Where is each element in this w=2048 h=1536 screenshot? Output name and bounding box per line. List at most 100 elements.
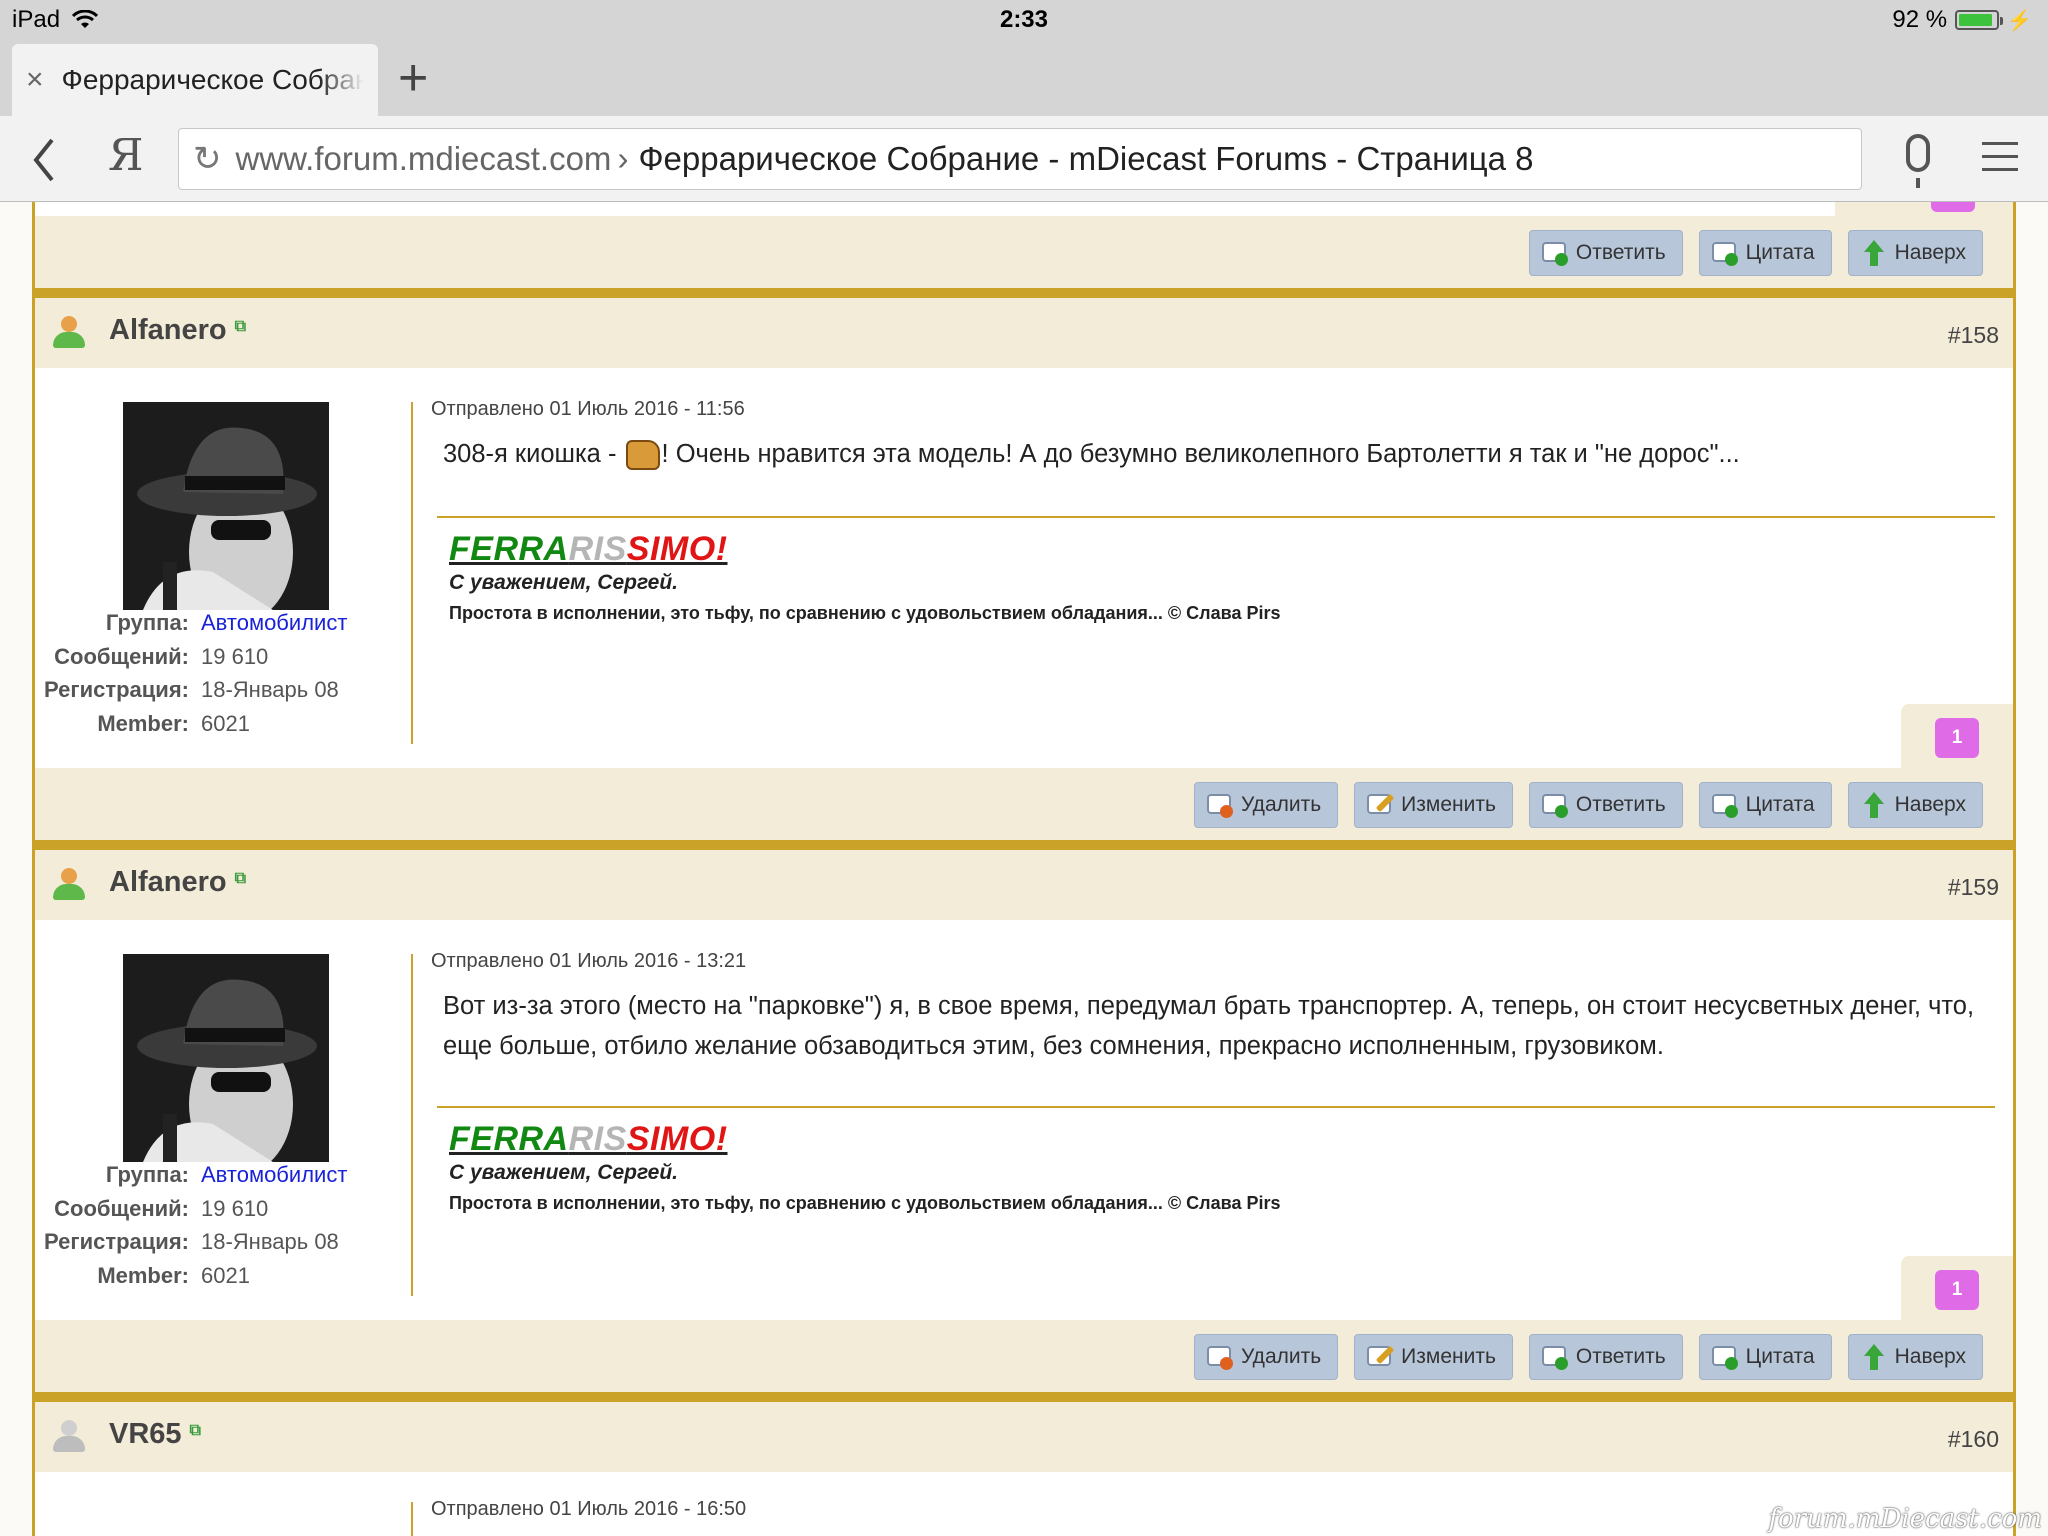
top-button[interactable]: Наверх <box>1847 1334 1983 1380</box>
author-name[interactable]: VR65 ⧉ <box>109 1418 201 1451</box>
quote-icon <box>1711 240 1738 266</box>
post-header: Alfanero ⧉ #158 <box>35 298 2013 368</box>
reply-button[interactable]: Ответить <box>1528 782 1683 828</box>
url-domain: www.forum.mdiecast.com <box>235 140 612 177</box>
ferrarissimo-logo[interactable]: FERRARISSIMO! <box>449 1120 1281 1159</box>
delete-button[interactable]: Удалить <box>1193 782 1339 828</box>
reply-icon <box>1541 240 1568 266</box>
delete-icon <box>1206 1344 1233 1370</box>
registration-date: 18-Январь 08 <box>201 677 339 702</box>
signature: FERRARISSIMO! С уважением, Сергей. Прост… <box>449 1120 1281 1214</box>
reply-icon <box>1541 792 1568 818</box>
charging-icon: ⚡ <box>2007 9 2032 32</box>
user-online-icon <box>53 868 85 900</box>
post-count: 19 610 <box>201 1195 269 1221</box>
url-field[interactable]: ↻ www.forum.mdiecast.com › Феррарическое… <box>178 128 1862 190</box>
pencil-icon <box>1367 792 1393 818</box>
pencil-icon <box>1367 1344 1393 1370</box>
top-button[interactable]: Наверх <box>1847 230 1983 276</box>
avatar-photo <box>123 402 329 610</box>
post-number[interactable]: #158 <box>1948 322 1999 349</box>
post-divider <box>32 288 2016 298</box>
post-date: Отправлено 01 Июль 2016 - 16:50 <box>431 1498 747 1520</box>
user-info: Группа: Автомобилист Сообщений: 19 610 Рег… <box>35 606 415 740</box>
reply-button[interactable]: Ответить <box>1528 230 1683 276</box>
group-link[interactable]: Автомобилист <box>201 606 347 640</box>
ferrarissimo-logo[interactable]: FERRARISSIMO! <box>449 530 1281 569</box>
thumbs-up-icon <box>625 440 660 471</box>
author-name[interactable]: Alfanero ⧉ <box>109 314 246 347</box>
reply-icon <box>1541 1344 1568 1370</box>
avatar-photo <box>123 954 329 1162</box>
edit-button[interactable]: Изменить <box>1354 782 1513 828</box>
group-link[interactable]: Автомобилист <box>201 1158 347 1192</box>
reputation-badge <box>1931 202 1975 212</box>
post-body: Вот из-за этого (место на "парковке") я,… <box>443 992 1975 1060</box>
post-date: Отправлено 01 Июль 2016 - 13:21 <box>431 950 747 972</box>
microphone-icon[interactable] <box>1906 134 1930 188</box>
column-divider <box>411 402 413 744</box>
signature-quote: Простота в исполнении, это тьфу, по срав… <box>449 1193 1281 1213</box>
post-divider <box>32 1392 2016 1402</box>
post-header: Alfanero ⧉ #159 <box>35 850 2013 920</box>
arrow-up-icon <box>1861 240 1887 266</box>
external-link-icon[interactable]: ⧉ <box>235 318 246 336</box>
post-footer: Удалить Изменить Ответить Цитата Наверх <box>35 1320 2013 1396</box>
quote-icon <box>1711 1344 1738 1370</box>
delete-button[interactable]: Удалить <box>1193 1334 1339 1380</box>
battery-icon <box>1955 10 2004 30</box>
post-number[interactable]: #159 <box>1948 874 1999 901</box>
post-number[interactable]: #160 <box>1948 1426 1999 1453</box>
arrow-up-icon <box>1861 792 1887 818</box>
author-link[interactable]: Alfanero <box>109 314 227 346</box>
column-divider <box>411 954 413 1296</box>
column-divider <box>411 1502 413 1536</box>
yandex-logo[interactable]: Я <box>108 130 144 181</box>
reputation-badge[interactable]: 1 <box>1935 1270 1979 1310</box>
close-icon[interactable]: × <box>26 63 44 97</box>
tab-title: Феррарическое Собрание - mDiecast Forums… <box>61 64 364 95</box>
quote-button[interactable]: Цитата <box>1698 1334 1832 1380</box>
reply-button[interactable]: Ответить <box>1528 1334 1683 1380</box>
external-link-icon[interactable]: ⧉ <box>190 1422 201 1440</box>
registration-date: 18-Январь 08 <box>201 1229 339 1254</box>
reputation-badge[interactable]: 1 <box>1935 718 1979 758</box>
quote-button[interactable]: Цитата <box>1698 230 1832 276</box>
post-159: Alfanero ⧉ #159 Группа: Автомобилист Сообщ… <box>32 850 2016 1398</box>
post-header: VR65 ⧉ #160 <box>35 1402 2013 1472</box>
top-button[interactable]: Наверх <box>1847 782 1983 828</box>
author-link[interactable]: VR65 <box>109 1418 182 1450</box>
signature-divider <box>437 516 1995 518</box>
reload-icon[interactable]: ↻ <box>193 139 222 179</box>
post-160: VR65 ⧉ #160 Отправлено 01 Июль 2016 - 16:… <box>32 1402 2016 1536</box>
tab-bar: × Феррарическое Собрание - mDiecast Foru… <box>0 40 2048 116</box>
member-id: 6021 <box>201 1262 250 1288</box>
signature-quote: Простота в исполнении, это тьфу, по срав… <box>449 603 1281 623</box>
page-content: Ответить Цитата Наверх Alfanero ⧉ #158 Г… <box>0 202 2048 1536</box>
plus-icon[interactable]: + <box>398 52 428 104</box>
post-divider <box>32 840 2016 850</box>
delete-icon <box>1206 792 1233 818</box>
author-name[interactable]: Alfanero ⧉ <box>109 866 246 899</box>
edit-button[interactable]: Изменить <box>1354 1334 1513 1380</box>
post-158: Alfanero ⧉ #158 Группа: Автомобилист Сообщ… <box>32 298 2016 846</box>
avatar[interactable] <box>123 954 329 1162</box>
quote-button[interactable]: Цитата <box>1698 782 1832 828</box>
member-id: 6021 <box>201 710 250 736</box>
back-icon[interactable] <box>28 132 58 188</box>
post-footer: Удалить Изменить Ответить Цитата Наверх <box>35 768 2013 844</box>
post-count: 19 610 <box>201 643 269 669</box>
external-link-icon[interactable]: ⧉ <box>235 870 246 888</box>
status-bar: iPad 2:33 92 % ⚡ <box>0 0 2048 40</box>
url-page-title: Феррарическое Собрание - mDiecast Forums… <box>638 140 1534 177</box>
previous-post-footer: Ответить Цитата Наверх <box>32 202 2016 300</box>
author-link[interactable]: Alfanero <box>109 866 227 898</box>
post-date: Отправлено 01 Июль 2016 - 11:56 <box>431 398 745 420</box>
hamburger-menu-icon[interactable] <box>1982 142 2018 181</box>
avatar[interactable] <box>123 402 329 610</box>
signature-greeting: С уважением, Сергей. <box>449 571 679 594</box>
user-online-icon <box>53 316 85 348</box>
quote-icon <box>1711 792 1738 818</box>
browser-tab[interactable]: × Феррарическое Собрание - mDiecast Foru… <box>12 44 378 116</box>
url-separator: › <box>617 140 629 177</box>
